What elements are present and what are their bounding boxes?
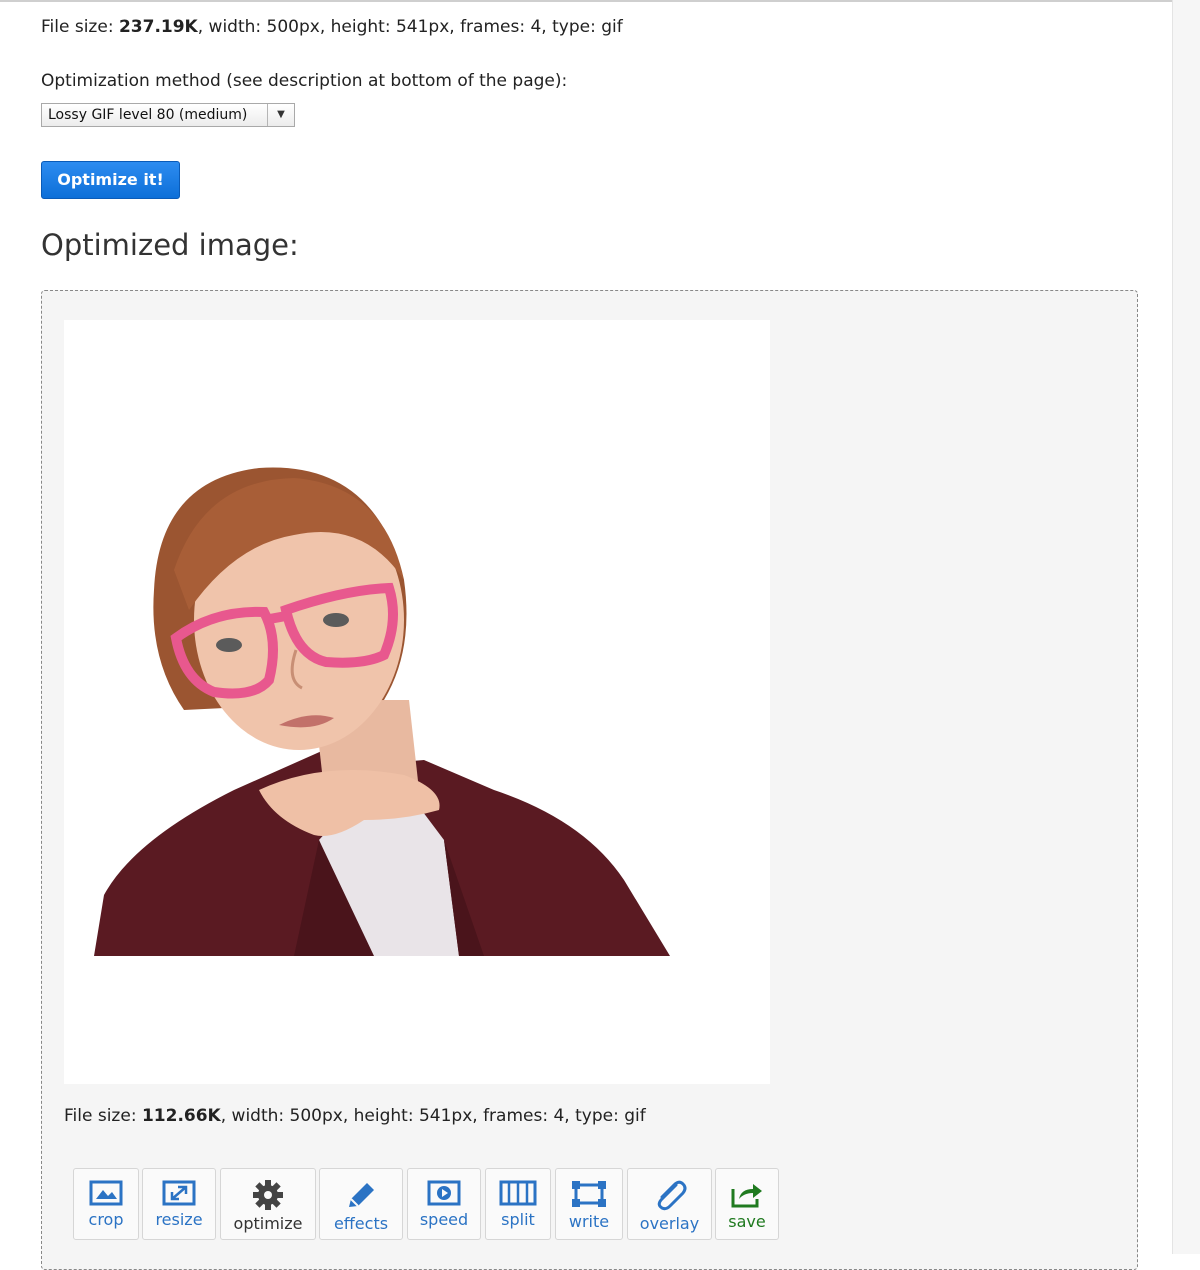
optimization-method-select[interactable]: Lossy GIF level 80 (medium) ▼ — [41, 103, 295, 127]
gear-icon — [253, 1180, 283, 1210]
optimized-file-size: 112.66K — [141, 1106, 221, 1126]
write-button[interactable]: write — [555, 1168, 623, 1240]
original-file-size: 237.19K — [118, 17, 198, 37]
optimized-image-preview — [64, 320, 770, 1084]
crop-icon — [89, 1180, 123, 1206]
optimization-method-label: Optimization method (see description at … — [41, 71, 568, 91]
file-size-label: File size: — [41, 17, 119, 37]
tool-label: effects — [333, 1214, 389, 1233]
tool-label: speed — [419, 1210, 469, 1229]
resize-button[interactable]: resize — [142, 1168, 216, 1240]
frame-icon — [572, 1181, 606, 1207]
tool-label: write — [568, 1212, 610, 1231]
selected-method: Lossy GIF level 80 (medium) — [48, 107, 248, 123]
split-button[interactable]: split — [485, 1168, 551, 1240]
tool-label: crop — [88, 1210, 124, 1229]
save-button[interactable]: save — [715, 1168, 779, 1240]
tool-label: resize — [155, 1210, 203, 1229]
tool-label: overlay — [639, 1214, 700, 1233]
tool-label: optimize — [233, 1214, 303, 1233]
file-size-label: File size: — [64, 1106, 142, 1126]
overlay-button[interactable]: overlay — [627, 1168, 712, 1240]
optimized-file-details: , width: 500px, height: 541px, frames: 4… — [220, 1106, 646, 1126]
play-icon — [427, 1180, 461, 1206]
optimized-file-info: File size: 112.66K, width: 500px, height… — [64, 1106, 646, 1126]
dropdown-arrow-icon[interactable]: ▼ — [267, 104, 294, 126]
original-file-info: File size: 237.19K, width: 500px, height… — [41, 17, 623, 37]
optimized-image-heading: Optimized image: — [41, 228, 299, 262]
top-divider — [0, 0, 1172, 2]
speed-button[interactable]: speed — [407, 1168, 481, 1240]
effects-button[interactable]: effects — [319, 1168, 403, 1240]
tool-label: split — [501, 1210, 535, 1229]
resize-icon — [162, 1180, 196, 1206]
film-icon — [499, 1180, 537, 1206]
paperclip-icon — [657, 1180, 686, 1211]
right-scrollbar-track[interactable] — [1172, 0, 1200, 1254]
tool-label: save — [728, 1212, 766, 1231]
share-icon — [731, 1184, 762, 1208]
crop-button[interactable]: crop — [73, 1168, 139, 1240]
woman-portrait-image — [94, 467, 670, 956]
optimize-tool-button[interactable]: optimize — [220, 1168, 316, 1240]
optimize-button[interactable]: Optimize it! — [41, 161, 180, 199]
original-file-details: , width: 500px, height: 541px, frames: 4… — [197, 17, 623, 37]
pencil-icon — [349, 1183, 374, 1207]
